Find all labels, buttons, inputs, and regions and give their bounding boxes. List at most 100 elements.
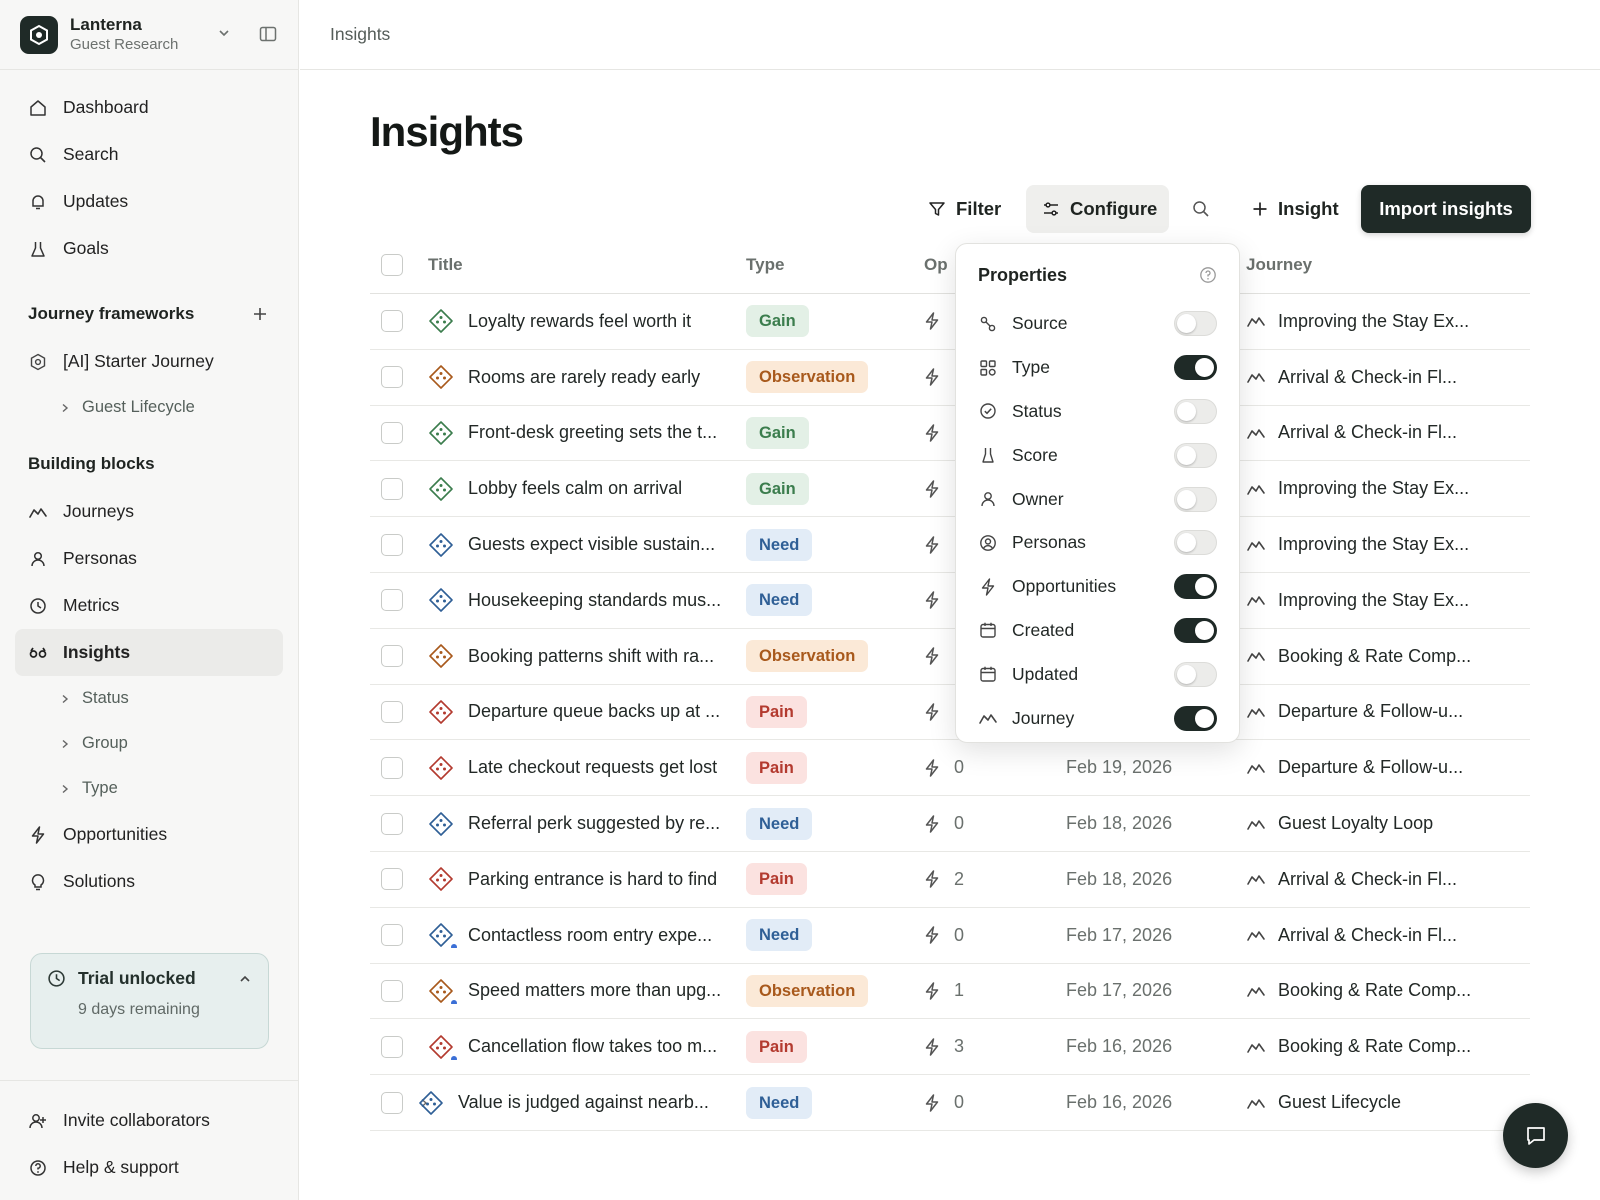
journey-link[interactable]: Arrival & Check-in Fl... — [1278, 367, 1457, 388]
nav-journeys[interactable]: Journeys — [0, 488, 298, 535]
journey-link[interactable]: Departure & Follow-u... — [1278, 757, 1463, 778]
table-row[interactable]: Cancellation flow takes too m... Pain 3 … — [370, 1019, 1530, 1076]
row-checkbox[interactable] — [381, 812, 403, 835]
insight-title[interactable]: Value is judged against nearb... — [458, 1092, 709, 1113]
row-checkbox[interactable] — [381, 421, 403, 444]
property-toggle[interactable] — [1174, 574, 1217, 600]
nav-solutions[interactable]: Solutions — [0, 858, 298, 905]
sidebar-toggle-icon[interactable] — [259, 25, 277, 43]
property-type[interactable]: Type — [978, 346, 1217, 390]
property-owner[interactable]: Owner — [978, 477, 1217, 521]
table-row[interactable]: Departure queue backs up at ... Pain Dep… — [370, 685, 1530, 741]
table-row[interactable]: Referral perk suggested by re... Need 0 … — [370, 796, 1530, 852]
row-checkbox[interactable] — [381, 310, 403, 333]
property-source[interactable]: Source — [978, 302, 1217, 346]
nav-personas[interactable]: Personas — [0, 535, 298, 582]
breadcrumb[interactable]: Insights — [330, 24, 390, 45]
journey-link[interactable]: Guest Loyalty Loop — [1278, 813, 1433, 834]
property-score[interactable]: Score — [978, 433, 1217, 477]
row-checkbox[interactable] — [381, 924, 403, 947]
nav-invite-collaborators[interactable]: Invite collaborators — [0, 1097, 299, 1144]
row-checkbox[interactable] — [381, 756, 403, 779]
property-toggle[interactable] — [1174, 661, 1217, 687]
table-row[interactable]: Lobby feels calm on arrival Gain Improvi… — [370, 461, 1530, 518]
column-title[interactable]: Title — [428, 255, 746, 275]
journey-link[interactable]: Departure & Follow-u... — [1278, 701, 1463, 722]
table-row[interactable]: Booking patterns shift with ra... Observ… — [370, 629, 1530, 685]
nav-metrics[interactable]: Metrics — [0, 582, 298, 629]
select-all-checkbox[interactable] — [381, 254, 403, 276]
insight-title[interactable]: Late checkout requests get lost — [468, 757, 717, 778]
table-row[interactable]: Parking entrance is hard to find Pain 2 … — [370, 852, 1530, 908]
property-status[interactable]: Status — [978, 390, 1217, 434]
nav-insights-status[interactable]: Status — [0, 676, 298, 721]
column-type[interactable]: Type — [746, 255, 924, 275]
property-toggle[interactable] — [1174, 442, 1217, 468]
property-toggle[interactable] — [1174, 617, 1217, 643]
nav-insights-type[interactable]: Type — [0, 766, 298, 811]
row-checkbox[interactable] — [381, 1035, 403, 1058]
journey-link[interactable]: Improving the Stay Ex... — [1278, 311, 1469, 332]
nav-search[interactable]: Search — [0, 131, 298, 178]
row-checkbox[interactable] — [381, 700, 403, 723]
chevron-down-icon[interactable] — [216, 25, 232, 41]
journey-link[interactable]: Improving the Stay Ex... — [1278, 478, 1469, 499]
nav-opportunities[interactable]: Opportunities — [0, 811, 298, 858]
table-row[interactable]: Contactless room entry expe... Need 0 Fe… — [370, 908, 1530, 964]
insight-title[interactable]: Contactless room entry expe... — [468, 925, 712, 946]
row-checkbox[interactable] — [381, 868, 403, 891]
add-framework-icon[interactable] — [252, 306, 268, 322]
help-icon[interactable] — [1199, 266, 1217, 284]
row-checkbox[interactable] — [381, 979, 403, 1002]
journey-link[interactable]: Improving the Stay Ex... — [1278, 534, 1469, 555]
table-row[interactable]: Front-desk greeting sets the t... Gain A… — [370, 406, 1530, 462]
insight-title[interactable]: Loyalty rewards feel worth it — [468, 311, 691, 332]
property-opportunities[interactable]: Opportunities — [978, 565, 1217, 609]
property-journey[interactable]: Journey — [978, 696, 1217, 740]
journey-link[interactable]: Arrival & Check-in Fl... — [1278, 925, 1457, 946]
insight-title[interactable]: Lobby feels calm on arrival — [468, 478, 682, 499]
insight-title[interactable]: Cancellation flow takes too m... — [468, 1036, 717, 1057]
table-row[interactable]: Late checkout requests get lost Pain 0 F… — [370, 740, 1530, 797]
table-row[interactable]: Housekeeping standards mus... Need Impro… — [370, 573, 1530, 629]
property-created[interactable]: Created — [978, 609, 1217, 653]
add-insight-button[interactable]: Insight — [1252, 185, 1339, 233]
insight-title[interactable]: Departure queue backs up at ... — [468, 701, 720, 722]
property-toggle[interactable] — [1174, 311, 1217, 337]
journey-link[interactable]: Guest Lifecycle — [1278, 1092, 1401, 1113]
insight-title[interactable]: Front-desk greeting sets the t... — [468, 422, 717, 443]
import-insights-button[interactable]: Import insights — [1361, 185, 1531, 233]
filter-button[interactable]: Filter — [928, 185, 1001, 233]
table-row[interactable]: Rooms are rarely ready early Observation… — [370, 350, 1530, 406]
chevron-up-icon[interactable] — [238, 972, 252, 986]
insight-title[interactable]: Parking entrance is hard to find — [468, 869, 717, 890]
property-toggle[interactable] — [1174, 486, 1217, 512]
row-checkbox[interactable] — [381, 366, 403, 389]
insight-title[interactable]: Booking patterns shift with ra... — [468, 646, 714, 667]
property-updated[interactable]: Updated — [978, 652, 1217, 696]
search-button[interactable] — [1192, 185, 1210, 233]
configure-button[interactable]: Configure — [1026, 185, 1169, 233]
insight-title[interactable]: Speed matters more than upg... — [468, 980, 721, 1001]
insight-title[interactable]: Housekeeping standards mus... — [468, 590, 721, 611]
workspace-switcher[interactable]: Lanterna Guest Research — [0, 0, 298, 70]
journey-link[interactable]: Booking & Rate Comp... — [1278, 980, 1471, 1001]
insight-title[interactable]: Rooms are rarely ready early — [468, 367, 700, 388]
nav-help-support[interactable]: Help & support — [0, 1144, 299, 1191]
row-checkbox[interactable] — [381, 589, 403, 612]
insight-title[interactable]: Guests expect visible sustain... — [468, 534, 715, 555]
row-checkbox[interactable] — [381, 477, 403, 500]
row-checkbox[interactable] — [381, 645, 403, 668]
journey-link[interactable]: Improving the Stay Ex... — [1278, 590, 1469, 611]
journey-link[interactable]: Arrival & Check-in Fl... — [1278, 422, 1457, 443]
insight-title[interactable]: Referral perk suggested by re... — [468, 813, 720, 834]
nav-dashboard[interactable]: Dashboard — [0, 84, 298, 131]
table-row[interactable]: Guests expect visible sustain... Need Im… — [370, 517, 1530, 573]
property-toggle[interactable] — [1174, 705, 1217, 731]
journey-link[interactable]: Arrival & Check-in Fl... — [1278, 869, 1457, 890]
trial-banner[interactable]: Trial unlocked 9 days remaining — [30, 953, 269, 1049]
nav-insights[interactable]: Insights — [15, 629, 283, 676]
table-row[interactable]: Speed matters more than upg... Observati… — [370, 964, 1530, 1020]
nav-starter-journey[interactable]: [AI] Starter Journey — [0, 338, 298, 385]
journey-link[interactable]: Booking & Rate Comp... — [1278, 1036, 1471, 1057]
